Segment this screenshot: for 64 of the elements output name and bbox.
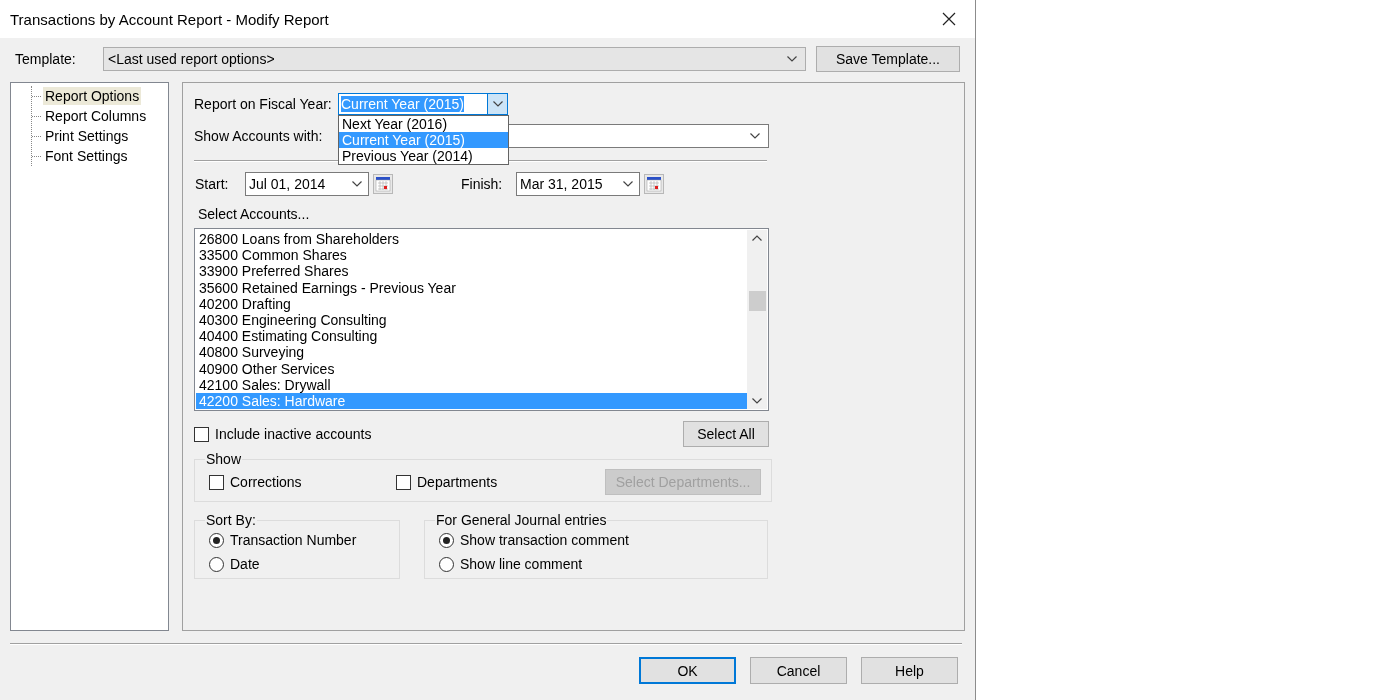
tree-item[interactable]: Report Columns: [43, 107, 149, 125]
chevron-down-icon: [492, 101, 503, 107]
account-item[interactable]: 35600 Retained Earnings - Previous Year: [196, 279, 747, 296]
account-item[interactable]: 33500 Common Shares: [196, 247, 747, 264]
scrollbar[interactable]: [747, 230, 767, 409]
date-value: Mar 31, 2015: [520, 176, 603, 192]
account-item[interactable]: 40800 Surveying: [196, 344, 747, 361]
radio-label[interactable]: Transaction Number: [230, 532, 357, 548]
checkbox[interactable]: [209, 474, 224, 490]
dropdown-value: Current Year (2015): [341, 96, 464, 112]
finish-date-field[interactable]: Mar 31, 2015: [516, 172, 640, 196]
group-title: Sort By:: [206, 512, 256, 528]
template-label: Template:: [14, 51, 77, 67]
radio-label[interactable]: Show line comment: [460, 556, 583, 572]
checkbox[interactable]: [194, 426, 209, 442]
chevron-down-icon: [352, 181, 362, 187]
radio-button[interactable]: [439, 532, 454, 548]
window-title: Transactions by Account Report - Modify Report: [10, 10, 329, 28]
chevron-down-icon: [752, 398, 762, 404]
template-dropdown[interactable]: <Last used report options>: [103, 47, 806, 71]
dropdown-option[interactable]: Next Year (2016): [339, 116, 508, 132]
account-item[interactable]: 33900 Preferred Shares: [196, 263, 747, 280]
calendar-icon[interactable]: [373, 174, 393, 194]
field-label: Report on Fiscal Year:: [194, 96, 333, 112]
radio-label[interactable]: Show transaction comment: [460, 532, 629, 548]
account-item[interactable]: 40400 Estimating Consulting: [196, 328, 747, 345]
chevron-down-icon: [750, 133, 760, 139]
dialog-button[interactable]: OK: [639, 657, 736, 684]
calendar-icon[interactable]: [644, 174, 664, 194]
account-item[interactable]: 42100 Sales: Drywall: [196, 376, 747, 393]
account-item[interactable]: 26800 Loans from Shareholders: [196, 231, 747, 248]
radio-button[interactable]: [209, 532, 224, 548]
checkbox-label[interactable]: Departments: [417, 474, 498, 490]
radio-button[interactable]: [209, 556, 224, 572]
scrollbar-thumb[interactable]: [748, 291, 766, 311]
checkbox-label[interactable]: Include inactive accounts: [215, 426, 372, 442]
chevron-down-icon: [623, 181, 633, 187]
chevron-up-icon: [752, 235, 762, 241]
radio-label[interactable]: Date: [230, 556, 260, 572]
date-value: Jul 01, 2014: [249, 176, 326, 192]
dropdown-option[interactable]: Previous Year (2014): [339, 148, 508, 164]
dialog-button[interactable]: Cancel: [750, 657, 847, 684]
dropdown-value: <Last used report options>: [108, 51, 275, 67]
field-label: Start:: [194, 176, 230, 192]
tree-item[interactable]: Font Settings: [43, 147, 130, 165]
radio-button[interactable]: [439, 556, 454, 572]
section-label: Select Accounts...: [197, 206, 311, 222]
start-date-field[interactable]: Jul 01, 2014: [245, 172, 369, 196]
select-all-button[interactable]: Select All: [683, 421, 769, 447]
account-item[interactable]: 40900 Other Services: [196, 360, 747, 377]
account-item[interactable]: 40200 Drafting: [196, 295, 747, 312]
close-icon: [942, 12, 956, 26]
save-template-button[interactable]: Save Template...: [816, 46, 960, 72]
account-item[interactable]: 40300 Engineering Consulting: [196, 311, 747, 329]
checkbox[interactable]: [396, 474, 411, 490]
field-label: Finish:: [460, 176, 504, 192]
group-title: Show: [206, 451, 242, 467]
tree-item[interactable]: Report Options: [43, 87, 142, 105]
group-title: For General Journal entries: [436, 512, 607, 528]
tree-item[interactable]: Print Settings: [43, 127, 131, 145]
checkbox-label[interactable]: Corrections: [230, 474, 302, 490]
chevron-down-icon: [787, 56, 797, 62]
dialog-button[interactable]: Help: [861, 657, 958, 684]
field-label: Show Accounts with:: [194, 128, 324, 144]
